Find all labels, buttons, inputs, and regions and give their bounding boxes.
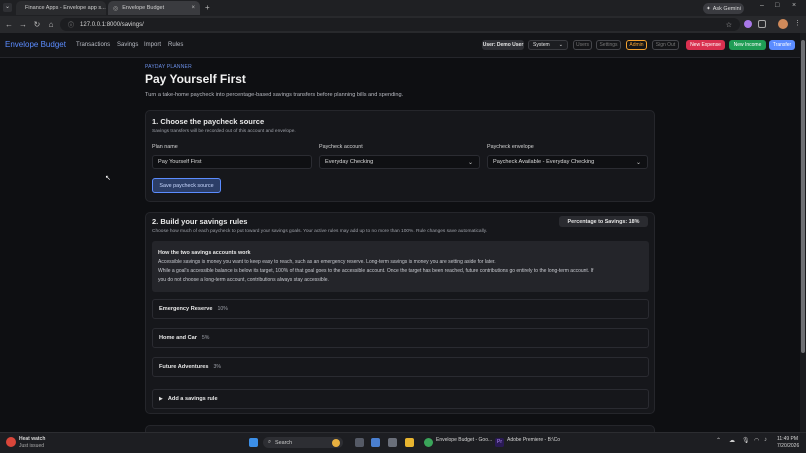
scrollbar-thumb[interactable] <box>801 40 805 353</box>
search-icon: ⌕ <box>268 439 272 445</box>
rule-percent: 3% <box>213 364 222 370</box>
forward-icon[interactable]: → <box>16 20 30 29</box>
back-icon[interactable]: ← <box>2 20 16 29</box>
tab-globe-icon: ◎ <box>113 5 119 12</box>
nav-import[interactable]: Import <box>144 42 161 48</box>
new-tab-icon[interactable]: + <box>205 3 210 12</box>
save-paycheck-source-button[interactable]: Save paycheck source <box>152 178 221 193</box>
windows-start-icon[interactable] <box>249 438 258 447</box>
site-info-icon[interactable]: ⓘ <box>68 20 74 29</box>
settings-button[interactable]: Settings <box>596 40 621 50</box>
info-line-1: Accessible savings is money you want to … <box>158 259 496 265</box>
page-lede: Turn a take-home paycheck into percentag… <box>145 92 404 98</box>
onedrive-icon[interactable]: ☁ <box>729 437 735 444</box>
plan-name-input[interactable]: Pay Yourself First <box>152 155 312 169</box>
section2-subtitle: Choose how much of each paycheck to put … <box>152 229 488 234</box>
teams-icon[interactable] <box>388 438 397 447</box>
maximize-icon[interactable]: □ <box>775 2 779 9</box>
savings-rule-row[interactable]: Home and Car 5% <box>152 328 649 348</box>
premiere-icon[interactable]: Pr <box>495 438 504 447</box>
weather-subtitle: Just issued <box>19 443 45 449</box>
mouse-cursor-icon: ↖ <box>105 175 111 182</box>
brand-logo-text[interactable]: Envelope Budget <box>5 40 66 49</box>
extensions-puzzle-icon[interactable] <box>758 20 766 28</box>
paycheck-envelope-select[interactable]: Paycheck Available - Everyday Checking ⌄ <box>487 155 648 169</box>
page-eyebrow: PAYDAY PLANNER <box>145 64 192 70</box>
file-explorer-icon[interactable] <box>405 438 414 447</box>
section2-title: 2. Build your savings rules <box>152 217 248 226</box>
page-title: Pay Yourself First <box>145 72 246 86</box>
taskbar-app-chrome[interactable]: Envelope Budget - Goo... <box>436 437 492 443</box>
browser-tab-finance-apps[interactable]: Finance Apps - Envelope app s... × <box>16 1 106 15</box>
microphone-icon[interactable]: 🎙 <box>742 437 750 444</box>
task-view-icon[interactable] <box>355 438 364 447</box>
savings-rule-row[interactable]: Emergency Reserve 10% <box>152 299 649 319</box>
browser-menu-icon[interactable]: ⋮ <box>794 19 801 27</box>
paycheck-account-select[interactable]: Everyday Checking ⌄ <box>319 155 480 169</box>
volume-icon[interactable]: ♪ <box>764 437 767 443</box>
rule-name: Emergency Reserve <box>159 306 213 312</box>
extension-icon[interactable] <box>744 20 752 28</box>
ask-gemini-button[interactable]: ✦ Ask Gemini <box>703 3 744 14</box>
info-line-2: While a goal's accessible balance is bel… <box>158 268 594 274</box>
nav-transactions[interactable]: Transactions <box>76 42 110 48</box>
caret-right-icon: ▶ <box>159 396 163 402</box>
chrome-icon[interactable] <box>424 438 433 447</box>
info-title: How the two savings accounts work <box>158 250 251 256</box>
user-badge: User: Demo User <box>482 40 524 50</box>
admin-button[interactable]: Admin <box>626 40 647 50</box>
taskbar-app-premiere[interactable]: Adobe Premiere - B:\Co <box>507 437 560 443</box>
tab-list-icon[interactable]: ⌄ <box>3 3 12 12</box>
new-income-button[interactable]: New Income <box>729 40 766 50</box>
chevron-down-icon: ⌄ <box>635 159 641 166</box>
sparkle-icon: ✦ <box>706 5 711 12</box>
bookmark-star-icon[interactable]: ☆ <box>726 21 732 29</box>
nav-savings[interactable]: Savings <box>117 42 138 48</box>
profile-avatar[interactable] <box>778 19 788 29</box>
users-button[interactable]: Users <box>573 40 592 50</box>
theme-select[interactable]: System ⌄ <box>528 40 568 50</box>
close-window-icon[interactable]: × <box>792 2 796 9</box>
chevron-down-icon: ⌄ <box>467 159 473 166</box>
widgets-icon[interactable] <box>371 438 380 447</box>
info-line-3: you do not choose a long-term account, c… <box>158 277 329 283</box>
transfer-button[interactable]: Transfer <box>769 40 795 50</box>
clock-time[interactable]: 11:49 PM <box>777 436 798 442</box>
plan-name-label: Plan name <box>152 144 178 150</box>
weather-alert-icon[interactable] <box>6 437 16 447</box>
wifi-icon[interactable]: ◠ <box>754 437 759 444</box>
add-savings-rule-toggle[interactable]: ▶ Add a savings rule <box>152 389 649 409</box>
minimize-icon[interactable]: – <box>760 2 764 9</box>
section1-title: 1. Choose the paycheck source <box>152 117 265 126</box>
taskbar-search[interactable]: ⌕ Search <box>263 437 343 448</box>
rule-percent: 10% <box>217 306 228 312</box>
rule-name: Home and Car <box>159 335 197 341</box>
nav-rules[interactable]: Rules <box>168 42 183 48</box>
browser-tab-envelope-budget[interactable]: ◎ Envelope Budget × <box>108 1 200 15</box>
section1-subtitle: Savings transfers will be recorded out o… <box>152 129 296 134</box>
windows-taskbar <box>0 432 806 453</box>
tray-overflow-icon[interactable]: ⌃ <box>716 437 721 444</box>
clock-date[interactable]: 7/20/2026 <box>777 443 799 449</box>
rule-name: Future Adventures <box>159 364 209 370</box>
rule-percent: 5% <box>201 335 210 341</box>
reload-icon[interactable]: ↻ <box>30 20 44 29</box>
address-bar[interactable]: ⓘ 127.0.0.1:8000/savings/ ☆ <box>60 18 740 31</box>
chevron-down-icon: ⌄ <box>558 42 563 48</box>
weather-title[interactable]: Heat watch <box>19 436 45 442</box>
search-highlight-icon <box>332 438 340 447</box>
close-tab-icon[interactable]: × <box>191 5 195 11</box>
sign-out-button[interactable]: Sign Out <box>652 40 679 50</box>
info-box <box>152 241 649 292</box>
paycheck-envelope-label: Paycheck envelope <box>487 144 534 150</box>
savings-percentage-badge: Percentage to Savings: 18% <box>559 216 648 227</box>
new-expense-button[interactable]: New Expense <box>686 40 725 50</box>
home-icon[interactable]: ⌂ <box>44 20 58 29</box>
savings-rule-row[interactable]: Future Adventures 3% <box>152 357 649 377</box>
paycheck-account-label: Paycheck account <box>319 144 363 150</box>
